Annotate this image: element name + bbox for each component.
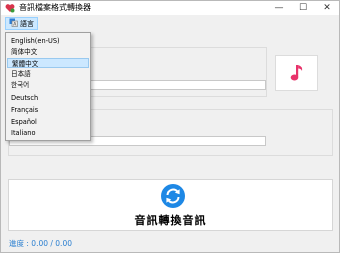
language-dropdown: English(en-US) 简体中文 繁體中文 日本語 한국어 Deutsch… <box>5 32 91 141</box>
app-window: 音訊檔案格式轉換器 — ☐ ✕ A 語言 音訊轉換音訊 進度: 0.00 / … <box>0 0 340 253</box>
language-option[interactable]: 简体中文 <box>7 47 89 57</box>
window-controls: — ☐ ✕ <box>267 1 339 15</box>
language-menu[interactable]: A 語言 <box>5 17 38 30</box>
close-button[interactable]: ✕ <box>315 1 339 15</box>
menu-bar: A 語言 <box>1 15 339 32</box>
language-icon: A <box>9 18 18 29</box>
language-option[interactable]: Italiano <box>7 128 89 138</box>
language-option[interactable]: 한국어 <box>7 80 89 90</box>
language-menu-label: 語言 <box>20 19 34 28</box>
sync-arrows-icon <box>161 184 185 208</box>
minimize-button[interactable]: — <box>267 1 291 15</box>
language-option[interactable]: Español <box>7 117 89 127</box>
music-note-icon <box>290 65 302 81</box>
language-option[interactable]: English(en-US) <box>7 36 89 46</box>
maximize-button[interactable]: ☐ <box>291 1 315 15</box>
language-option[interactable]: Deutsch <box>7 93 89 103</box>
progress-text: 進度 : 0.00 / 0.00 <box>9 239 72 248</box>
window-title: 音訊檔案格式轉換器 <box>19 3 91 12</box>
language-option-selected[interactable]: 繁體中文 <box>7 58 89 68</box>
app-heart-icon <box>5 3 15 13</box>
convert-button-label: 音訊轉換音訊 <box>134 214 207 227</box>
music-file-button[interactable] <box>275 55 318 91</box>
title-bar[interactable]: 音訊檔案格式轉換器 — ☐ ✕ <box>1 1 339 15</box>
language-option[interactable]: 日本語 <box>7 69 89 79</box>
convert-button[interactable]: 音訊轉換音訊 <box>8 179 333 231</box>
language-option[interactable]: Français <box>7 105 89 115</box>
